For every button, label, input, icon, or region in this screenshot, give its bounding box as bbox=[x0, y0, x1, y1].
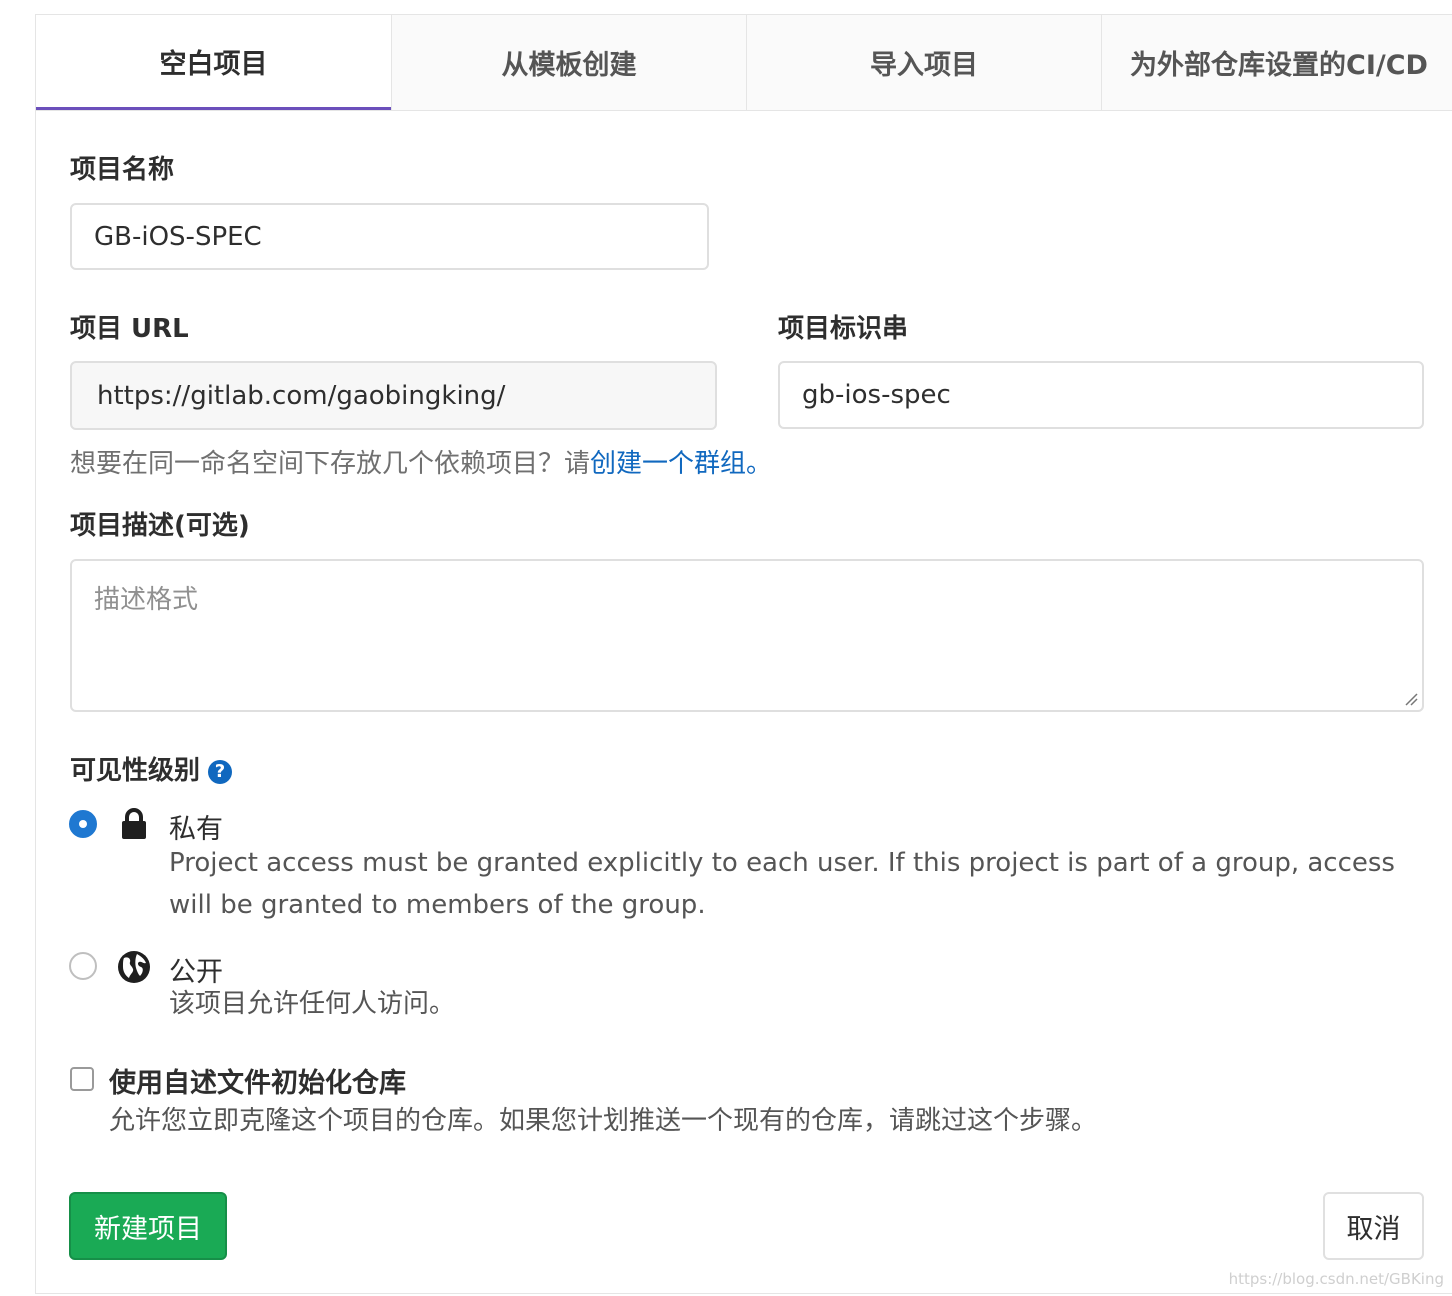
tab-from-template[interactable]: 从模板创建 bbox=[391, 15, 746, 110]
namespace-hint: 想要在同一命名空间下存放几个依赖项目？请创建一个群组。 bbox=[70, 443, 772, 480]
init-readme-description: 允许您立即克隆这个项目的仓库。如果您计划推送一个现有的仓库，请跳过这个步骤。 bbox=[109, 1106, 1098, 1136]
init-readme-checkbox[interactable] bbox=[70, 1067, 94, 1091]
project-url-input[interactable]: https://gitlab.com/gaobingking/ bbox=[70, 361, 717, 430]
new-project-panel: 空白项目 从模板创建 导入项目 为外部仓库设置的CI/CD 项目名称 GB-iO… bbox=[35, 14, 1452, 1294]
project-slug-input[interactable]: gb-ios-spec bbox=[778, 361, 1424, 429]
resize-handle-icon[interactable] bbox=[1404, 692, 1418, 706]
init-readme-label[interactable]: 使用自述文件初始化仓库 bbox=[109, 1061, 406, 1100]
visibility-label-text: 可见性级别 bbox=[70, 756, 201, 786]
project-slug-label: 项目标识串 bbox=[778, 314, 909, 344]
project-url-label: 项目 URL bbox=[70, 314, 189, 344]
help-icon[interactable]: ? bbox=[208, 759, 233, 784]
visibility-public-description: 该项目允许任何人访问。 bbox=[169, 989, 456, 1019]
project-slug-value: gb-ios-spec bbox=[802, 380, 951, 410]
project-name-input[interactable]: GB-iOS-SPEC bbox=[70, 203, 709, 270]
create-project-button[interactable]: 新建项目 bbox=[69, 1192, 227, 1260]
visibility-public-radio[interactable] bbox=[69, 952, 97, 980]
create-group-link[interactable]: 创建一个群组。 bbox=[590, 449, 772, 479]
visibility-private-title: 私有 bbox=[169, 814, 223, 845]
namespace-hint-text: 想要在同一命名空间下存放几个依赖项目？请 bbox=[70, 449, 591, 479]
description-label: 项目描述(可选) bbox=[70, 511, 250, 541]
tab-blank-project[interactable]: 空白项目 bbox=[36, 15, 391, 110]
lock-icon bbox=[122, 808, 146, 839]
globe-icon bbox=[118, 951, 150, 983]
tab-ci-cd-external-repo[interactable]: 为外部仓库设置的CI/CD bbox=[1101, 15, 1452, 110]
description-textarea[interactable]: 描述格式 bbox=[70, 559, 1424, 712]
visibility-label: 可见性级别? bbox=[70, 750, 233, 787]
tab-bar: 空白项目 从模板创建 导入项目 为外部仓库设置的CI/CD bbox=[36, 15, 1452, 111]
project-url-value: https://gitlab.com/gaobingking/ bbox=[97, 380, 506, 411]
watermark: https://blog.csdn.net/GBKing bbox=[1228, 1270, 1444, 1288]
cancel-button[interactable]: 取消 bbox=[1323, 1192, 1424, 1260]
project-name-value: GB-iOS-SPEC bbox=[94, 221, 262, 252]
project-name-label: 项目名称 bbox=[70, 155, 175, 185]
visibility-private-description: Project access must be granted explicitl… bbox=[169, 848, 1395, 920]
description-placeholder: 描述格式 bbox=[94, 585, 199, 615]
visibility-private-radio[interactable] bbox=[69, 810, 97, 838]
tab-import-project[interactable]: 导入项目 bbox=[746, 15, 1101, 110]
